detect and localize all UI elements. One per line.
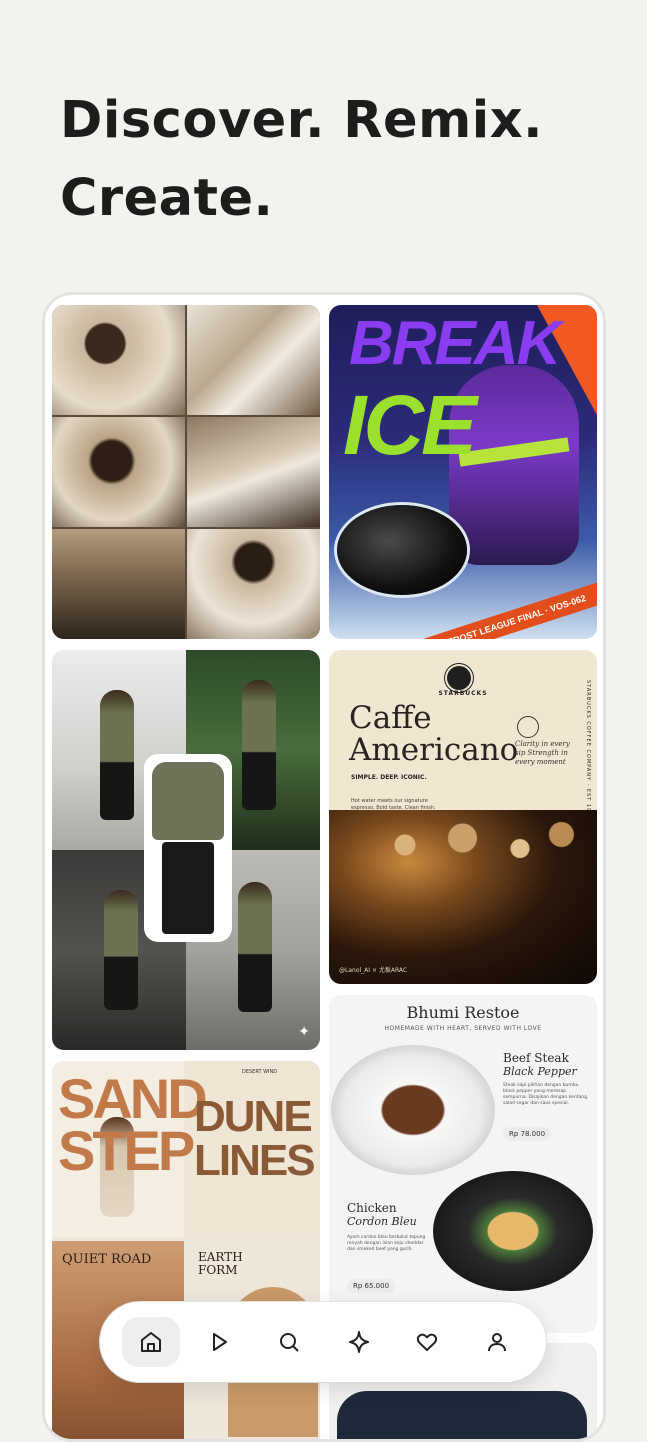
model-figure — [242, 680, 276, 810]
profile-icon — [488, 1333, 506, 1352]
feed-tile-portrait-grid[interactable] — [52, 305, 320, 639]
poster-dune-lines: DUNE LINES — [194, 1092, 316, 1185]
feed-tile-hockey-poster[interactable]: BREAK ICE FROST LEAGUE FINAL · VOS-062 — [329, 305, 597, 639]
feed-tile-desert-posters[interactable]: SAND STEP DESERT WIND DUNE LINES QUIET R… — [52, 1061, 320, 1439]
heart-icon — [416, 1333, 438, 1351]
feed-tile-coffee-ad[interactable]: STARBUCKS Caffe Americano Clarity in eve… — [329, 650, 597, 984]
dish-2-price: Rp 65.000 — [347, 1279, 396, 1293]
portrait-photo — [52, 417, 185, 527]
restaurant-brand: Bhumi Restoe — [406, 1003, 520, 1022]
coffee-brand: STARBUCKS — [438, 690, 488, 697]
nav-profile-button[interactable] — [472, 1317, 522, 1367]
home-icon — [141, 1332, 161, 1352]
chicken-plate-photo — [433, 1171, 593, 1291]
nav-play-button[interactable] — [194, 1317, 244, 1367]
coffee-credit: @Lanol_AI × 尤板ARAC — [339, 967, 408, 974]
play-icon — [213, 1333, 227, 1351]
model-figure — [100, 690, 134, 820]
model-figure — [104, 890, 138, 1010]
poster-title-ice: ICE — [343, 378, 477, 472]
portrait-photo — [187, 417, 320, 527]
steak-plate-photo — [331, 1045, 495, 1175]
portrait-photo — [187, 529, 320, 639]
coffee-bubbles — [359, 810, 589, 880]
poster-title-break: BREAK — [349, 309, 561, 378]
dish-2-name: Chicken — [347, 1201, 397, 1215]
sparkle-icon — [349, 1331, 369, 1353]
coffee-title: Caffe Americano — [349, 702, 518, 766]
headline: Discover. Remix. Create. — [60, 82, 600, 238]
poster-quiet-road: QUIET ROAD — [62, 1252, 152, 1267]
coffee-tagline: SIMPLE. DEEP. ICONIC. — [351, 774, 427, 781]
coffee-title-line-2: Americano — [349, 732, 519, 768]
nav-search-button[interactable] — [264, 1317, 314, 1367]
dish-1-description: Steak sapi pilihan dengan bumbu black pe… — [503, 1083, 589, 1106]
poster-earth-line-2: FORM — [198, 1263, 238, 1277]
hockey-puck-graphic — [337, 505, 467, 595]
pants-graphic — [162, 842, 214, 934]
restaurant-subtitle: HOMEMADE WITH HEART, SERVED WITH LOVE — [384, 1025, 542, 1032]
nav-home-button[interactable] — [122, 1317, 180, 1367]
nav-favorites-button[interactable] — [402, 1317, 452, 1367]
headline-line-1: Discover. Remix. — [60, 91, 544, 150]
dish-1-name: Beef Steak — [503, 1051, 569, 1065]
dish-1-variant: Black Pepper — [503, 1065, 577, 1078]
feed-tile-outfit-remix[interactable]: ✦ — [52, 650, 320, 1050]
feed-tile-restaurant-menu[interactable]: Bhumi Restoe HOMEMADE WITH HEART, SERVED… — [329, 995, 597, 1333]
portrait-photo — [52, 305, 185, 415]
poster-earth-form: EARTH FORM — [198, 1251, 243, 1277]
model-figure — [238, 882, 272, 1012]
coffee-bean-icon — [517, 716, 539, 738]
poster-label: DESERT WIND — [242, 1069, 278, 1075]
brand-logo-icon — [447, 666, 471, 690]
dish-2-description: Ayam cordon bleu berbalut tepung renyah … — [347, 1235, 426, 1252]
shirt-graphic — [152, 762, 224, 840]
headline-line-2: Create. — [60, 169, 274, 228]
bottom-nav-bar — [100, 1302, 546, 1382]
poster-ribbon: FROST LEAGUE FINAL · VOS-062 — [418, 578, 597, 639]
feed-preview-card: BREAK ICE FROST LEAGUE FINAL · VOS-062 ✦… — [42, 292, 606, 1442]
dish-2-variant: Cordon Bleu — [347, 1215, 417, 1228]
partial-poster-graphic — [337, 1391, 587, 1439]
dish-1-price: Rp 78.000 — [503, 1127, 552, 1141]
search-icon — [280, 1333, 299, 1352]
coffee-side-text: STARBUCKS COFFEE COMPANY · EST 1971 — [585, 680, 591, 821]
coffee-handwritten-note: Clarity in every sip Strength in every m… — [515, 740, 570, 766]
portrait-photo — [187, 305, 320, 415]
coffee-title-line-1: Caffe — [349, 700, 432, 736]
nav-create-button[interactable] — [334, 1317, 384, 1367]
portrait-photo — [52, 529, 185, 639]
sparkle-icon: ✦ — [298, 1024, 310, 1040]
